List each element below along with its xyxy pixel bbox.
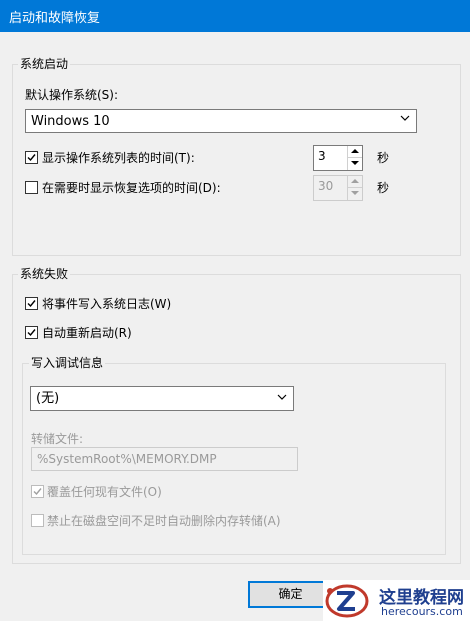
dump-file-input[interactable]: %SystemRoot%\MEMORY.DMP [31,447,298,471]
show-os-list-label: 显示操作系统列表的时间(T): [42,151,195,165]
disable-auto-delete-checkbox[interactable] [31,514,44,527]
debug-legend: 写入调试信息 [29,356,106,370]
spin-up-button[interactable] [348,176,362,188]
spinner-buttons [347,176,362,200]
chevron-down-icon [400,115,410,121]
checkmark-icon [33,488,42,496]
dump-file-value: %SystemRoot%\MEMORY.DMP [37,452,217,466]
show-os-list-value[interactable]: 3 [318,149,326,163]
default-os-label: 默认操作系统(S): [25,88,119,102]
arrow-down-icon [351,161,359,165]
show-recovery-label: 在需要时显示恢复选项的时间(D): [42,181,221,195]
arrow-up-icon [351,179,359,183]
checkmark-icon [27,300,36,308]
failure-legend: 系统失败 [18,267,71,281]
arrow-up-icon [351,149,359,153]
show-recovery-checkbox[interactable] [25,181,38,194]
ok-button[interactable]: 确定 [248,581,333,608]
auto-restart-label: 自动重新启动(R) [42,326,132,340]
arrow-down-icon [351,191,359,195]
watermark: 这里教程网 herecours.com [323,580,470,621]
spin-up-button[interactable] [348,146,362,158]
debug-type-select[interactable]: (无) [30,386,294,411]
show-recovery-unit: 秒 [377,181,390,195]
default-os-select[interactable]: Windows 10 [25,109,417,133]
site-logo-icon [325,584,369,618]
startup-legend: 系统启动 [18,57,71,71]
watermark-url: herecours.com [381,605,463,618]
write-event-checkbox[interactable] [25,297,38,310]
default-os-value: Windows 10 [31,114,110,129]
spin-down-button[interactable] [348,158,362,170]
spin-down-button[interactable] [348,188,362,200]
chevron-down-icon [277,394,287,400]
title-bar: 启动和故障恢复 [0,0,470,32]
show-os-list-unit: 秒 [377,151,390,165]
overwrite-label: 覆盖任何现有文件(O) [47,485,162,499]
window-title: 启动和故障恢复 [9,11,101,26]
dump-file-label: 转储文件: [31,432,84,446]
overwrite-checkbox[interactable] [31,485,44,498]
show-os-list-spinner[interactable]: 3 [313,145,363,171]
checkmark-icon [27,154,36,162]
dialog-client: 系统启动 默认操作系统(S): Windows 10 显示操作系统列表的时间(T… [0,32,470,621]
show-recovery-spinner[interactable]: 30 [313,175,363,201]
debug-type-value: (无) [36,391,60,406]
write-event-label: 将事件写入系统日志(W) [42,297,172,311]
spinner-buttons [347,146,362,170]
checkmark-icon [27,329,36,337]
show-os-list-checkbox[interactable] [25,151,38,164]
disable-auto-delete-label: 禁止在磁盘空间不足时自动删除内存转储(A) [47,514,281,528]
show-recovery-value[interactable]: 30 [318,179,333,193]
auto-restart-checkbox[interactable] [25,326,38,339]
